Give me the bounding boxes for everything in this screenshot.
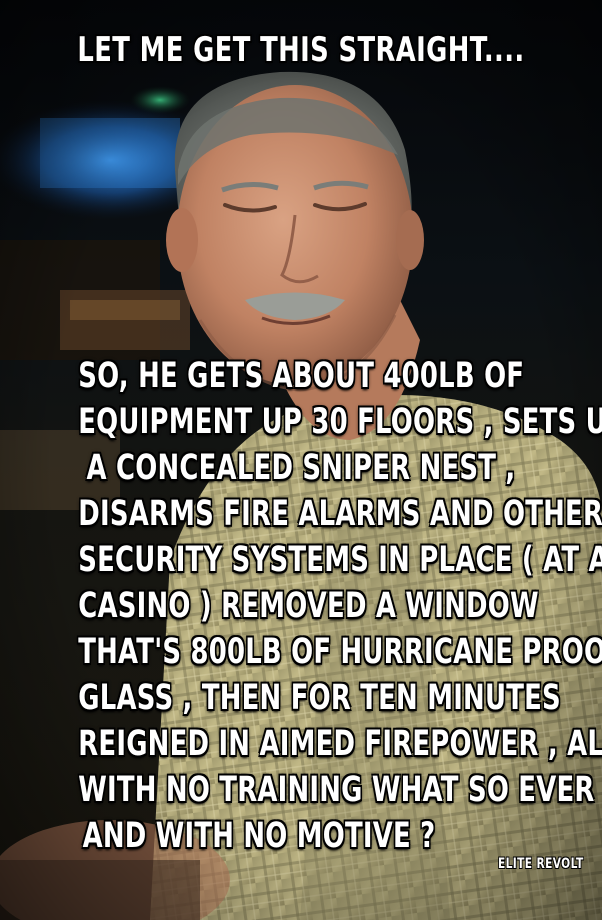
caption-line-8: GLASS , THEN FOR TEN MINUTES xyxy=(78,678,561,718)
watermark-elite-revolt: ELITE REVOLT xyxy=(498,856,584,872)
meme-image: LET ME GET THIS STRAIGHT.... SO, HE GETS… xyxy=(0,0,602,920)
caption-line-1: SO, HE GETS ABOUT 400LB OF xyxy=(78,356,525,396)
caption-line-7: THAT'S 800LB OF HURRICANE PROOF xyxy=(78,632,602,672)
caption-line-2: EQUIPMENT UP 30 FLOORS , SETS UP xyxy=(78,402,602,442)
caption-line-4: DISARMS FIRE ALARMS AND OTHER xyxy=(78,494,602,534)
caption-line-5: SECURITY SYSTEMS IN PLACE ( AT A xyxy=(78,540,602,580)
caption-line-9: REIGNED IN AIMED FIREPOWER , ALL xyxy=(78,724,602,764)
caption-line-6: CASINO ) REMOVED A WINDOW xyxy=(78,586,539,626)
caption-line-11: AND WITH NO MOTIVE ? xyxy=(82,816,436,856)
caption-line-3: A CONCEALED SNIPER NEST , xyxy=(86,448,516,488)
caption-line-10: WITH NO TRAINING WHAT SO EVER , xyxy=(78,770,602,810)
meme-headline: LET ME GET THIS STRAIGHT.... xyxy=(77,30,525,70)
